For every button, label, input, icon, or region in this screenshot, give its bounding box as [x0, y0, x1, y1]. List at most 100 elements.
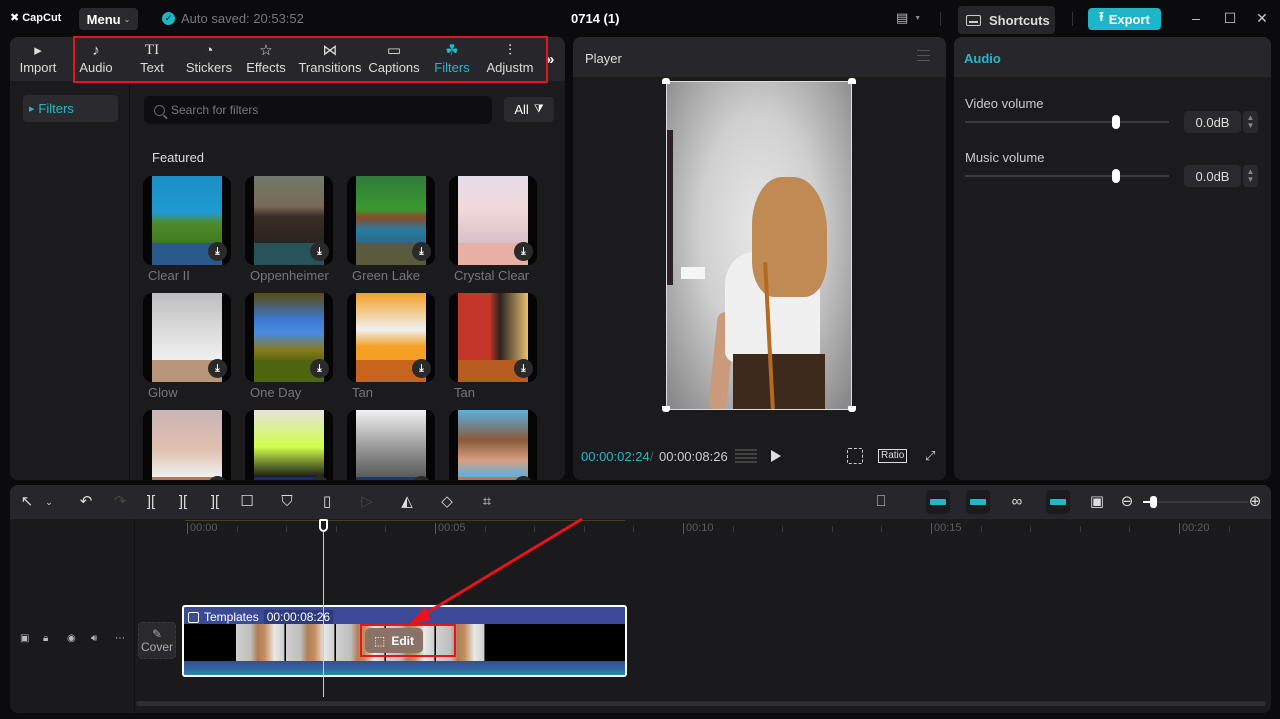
download-icon[interactable]: ⤓ — [310, 242, 329, 261]
timeline-ruler[interactable]: 00:00 00:05 00:10 00:15 00:20 — [185, 519, 1271, 541]
filter-card[interactable]: ⤓ Oppenheimer — [245, 176, 333, 283]
split-left-icon[interactable]: ][ — [174, 493, 192, 511]
zoom-out-icon[interactable]: ⊖ — [1118, 493, 1136, 511]
preview-axis-icon[interactable] — [1046, 490, 1070, 514]
chevron-down-icon[interactable]: ⌄ — [40, 493, 58, 511]
filter-thumbnail[interactable]: ⤓ — [245, 176, 333, 265]
marker-icon[interactable]: ⛉ — [278, 493, 296, 511]
tool-effects[interactable]: ☆ Effects — [244, 40, 288, 80]
freeze-icon[interactable]: ▯ — [318, 493, 336, 511]
play-icon[interactable] — [771, 450, 781, 462]
filter-card[interactable]: ⤓ — [245, 410, 333, 480]
filter-thumbnail[interactable]: ⤓ — [347, 410, 435, 480]
download-icon[interactable]: ⤓ — [412, 359, 431, 378]
filter-thumbnail[interactable]: ⤓ — [143, 176, 231, 265]
main-track-magnet-icon[interactable] — [926, 490, 950, 514]
delete-icon[interactable]: ☐ — [238, 493, 256, 511]
tool-text[interactable]: TI Text — [132, 40, 172, 80]
filter-thumbnail[interactable]: ⤓ — [449, 176, 537, 265]
maximize-button[interactable]: ☐ — [1222, 10, 1238, 27]
mute-audio-icon[interactable]: 🔊︎ — [91, 633, 97, 644]
edit-template-button[interactable]: ⬚ Edit — [365, 628, 423, 653]
filter-search[interactable] — [144, 96, 492, 124]
resize-handle[interactable] — [848, 78, 856, 84]
download-icon[interactable]: ⤓ — [208, 359, 227, 378]
filter-thumbnail[interactable]: ⤓ — [143, 410, 231, 480]
hamburger-menu-icon[interactable] — [917, 50, 930, 61]
minimize-button[interactable]: – — [1188, 10, 1204, 26]
cover-button[interactable]: ✎ Cover — [138, 622, 176, 659]
filter-thumbnail[interactable]: ⤓ — [245, 410, 333, 480]
slider-knob[interactable] — [1111, 115, 1120, 129]
tab-audio[interactable]: Audio — [964, 51, 1001, 66]
filter-card[interactable]: ⤓ — [143, 410, 231, 480]
auto-snap-icon[interactable] — [966, 490, 990, 514]
filter-thumbnail[interactable]: ⤓ — [347, 293, 435, 382]
tool-stickers[interactable]: ◔ Stickers — [184, 40, 234, 80]
filter-thumbnail[interactable]: ⤓ — [347, 176, 435, 265]
download-icon[interactable]: ⤓ — [412, 242, 431, 261]
download-icon[interactable]: ⤓ — [310, 359, 329, 378]
microphone-icon[interactable]: ⎕ — [872, 493, 890, 511]
timeline-zoom-slider[interactable] — [1143, 496, 1248, 508]
filter-card[interactable]: ⤓ Green Lake — [347, 176, 435, 283]
video-preview[interactable] — [666, 81, 852, 410]
video-volume-input[interactable]: 0.0dB — [1184, 111, 1241, 133]
crop-icon[interactable]: ⌗ — [478, 493, 496, 511]
rotate-icon[interactable]: ◇ — [438, 493, 456, 511]
select-tool-icon[interactable]: ↖ — [18, 493, 36, 511]
video-volume-slider[interactable] — [965, 115, 1169, 129]
filter-card[interactable]: ⤓ Glow — [143, 293, 231, 400]
filter-card[interactable]: ⤓ Tan — [449, 293, 537, 400]
lock-icon[interactable]: 🔒︎ — [43, 633, 48, 644]
sidebar-item-filters[interactable]: ▶ Filters — [23, 95, 118, 122]
tool-captions[interactable]: ▭ Captions — [366, 40, 422, 80]
slider-knob[interactable] — [1111, 169, 1120, 183]
split-right-icon[interactable]: ][ — [206, 493, 224, 511]
layout-button[interactable]: ▤ ▼ — [896, 10, 921, 26]
reverse-icon[interactable]: ▷ — [358, 493, 376, 511]
split-icon[interactable]: ][ — [142, 493, 160, 511]
visibility-eye-icon[interactable]: ◉ — [67, 633, 76, 644]
resize-handle[interactable] — [848, 406, 856, 412]
filter-card[interactable]: ⤓ Tan — [347, 293, 435, 400]
filter-card[interactable]: ⤓ Crystal Clear — [449, 176, 537, 283]
resize-handle[interactable] — [662, 78, 670, 84]
search-input[interactable] — [171, 103, 471, 117]
music-volume-stepper[interactable]: ▲ ▼ — [1243, 165, 1258, 187]
music-volume-slider[interactable] — [965, 169, 1169, 183]
download-icon[interactable]: ⤓ — [514, 359, 533, 378]
mirror-icon[interactable]: ◭ — [398, 493, 416, 511]
tool-adjustment[interactable]: ⫶ Adjustm — [484, 40, 536, 80]
filter-thumbnail[interactable]: ⤓ — [143, 293, 231, 382]
fullscreen-icon[interactable]: ⤢ — [925, 448, 935, 464]
export-button[interactable]: ⭱ Export — [1088, 8, 1161, 30]
filter-card[interactable]: ⤓ — [449, 410, 537, 480]
filter-dropdown[interactable]: All ⧩ — [504, 97, 554, 122]
tool-transitions[interactable]: ⋈ Transitions — [298, 40, 362, 80]
more-options-icon[interactable]: ⋯ — [115, 633, 125, 644]
zoom-to-fit-icon[interactable]: ▣ — [1088, 493, 1106, 511]
tool-import[interactable]: ▸︎ Import — [16, 40, 60, 80]
shortcuts-button[interactable]: Shortcuts — [958, 6, 1055, 34]
close-button[interactable]: ✕ — [1254, 10, 1270, 27]
zoom-in-icon[interactable]: ⊕ — [1246, 493, 1264, 511]
filter-card[interactable]: ⤓ Clear II — [143, 176, 231, 283]
filter-thumbnail[interactable]: ⤓ — [449, 410, 537, 480]
link-icon[interactable]: ∞ — [1008, 493, 1026, 511]
music-volume-input[interactable]: 0.0dB — [1184, 165, 1241, 187]
filter-thumbnail[interactable]: ⤓ — [449, 293, 537, 382]
download-icon[interactable]: ⤓ — [208, 242, 227, 261]
zoom-preview-icon[interactable] — [847, 448, 863, 464]
redo-icon[interactable]: ↷ — [111, 493, 129, 511]
ratio-button[interactable]: Ratio — [878, 449, 908, 463]
undo-icon[interactable]: ↶ — [77, 493, 95, 511]
filter-thumbnail[interactable]: ⤓ — [245, 293, 333, 382]
slider-knob[interactable] — [1150, 496, 1157, 508]
tool-audio[interactable]: ♪ Audio — [74, 40, 118, 80]
download-icon[interactable]: ⤓ — [514, 242, 533, 261]
tool-filters[interactable]: ☘ Filters — [430, 40, 474, 80]
more-tools-icon[interactable]: » — [546, 51, 554, 68]
timeline-scrollbar[interactable] — [136, 701, 1266, 706]
video-volume-stepper[interactable]: ▲ ▼ — [1243, 111, 1258, 133]
